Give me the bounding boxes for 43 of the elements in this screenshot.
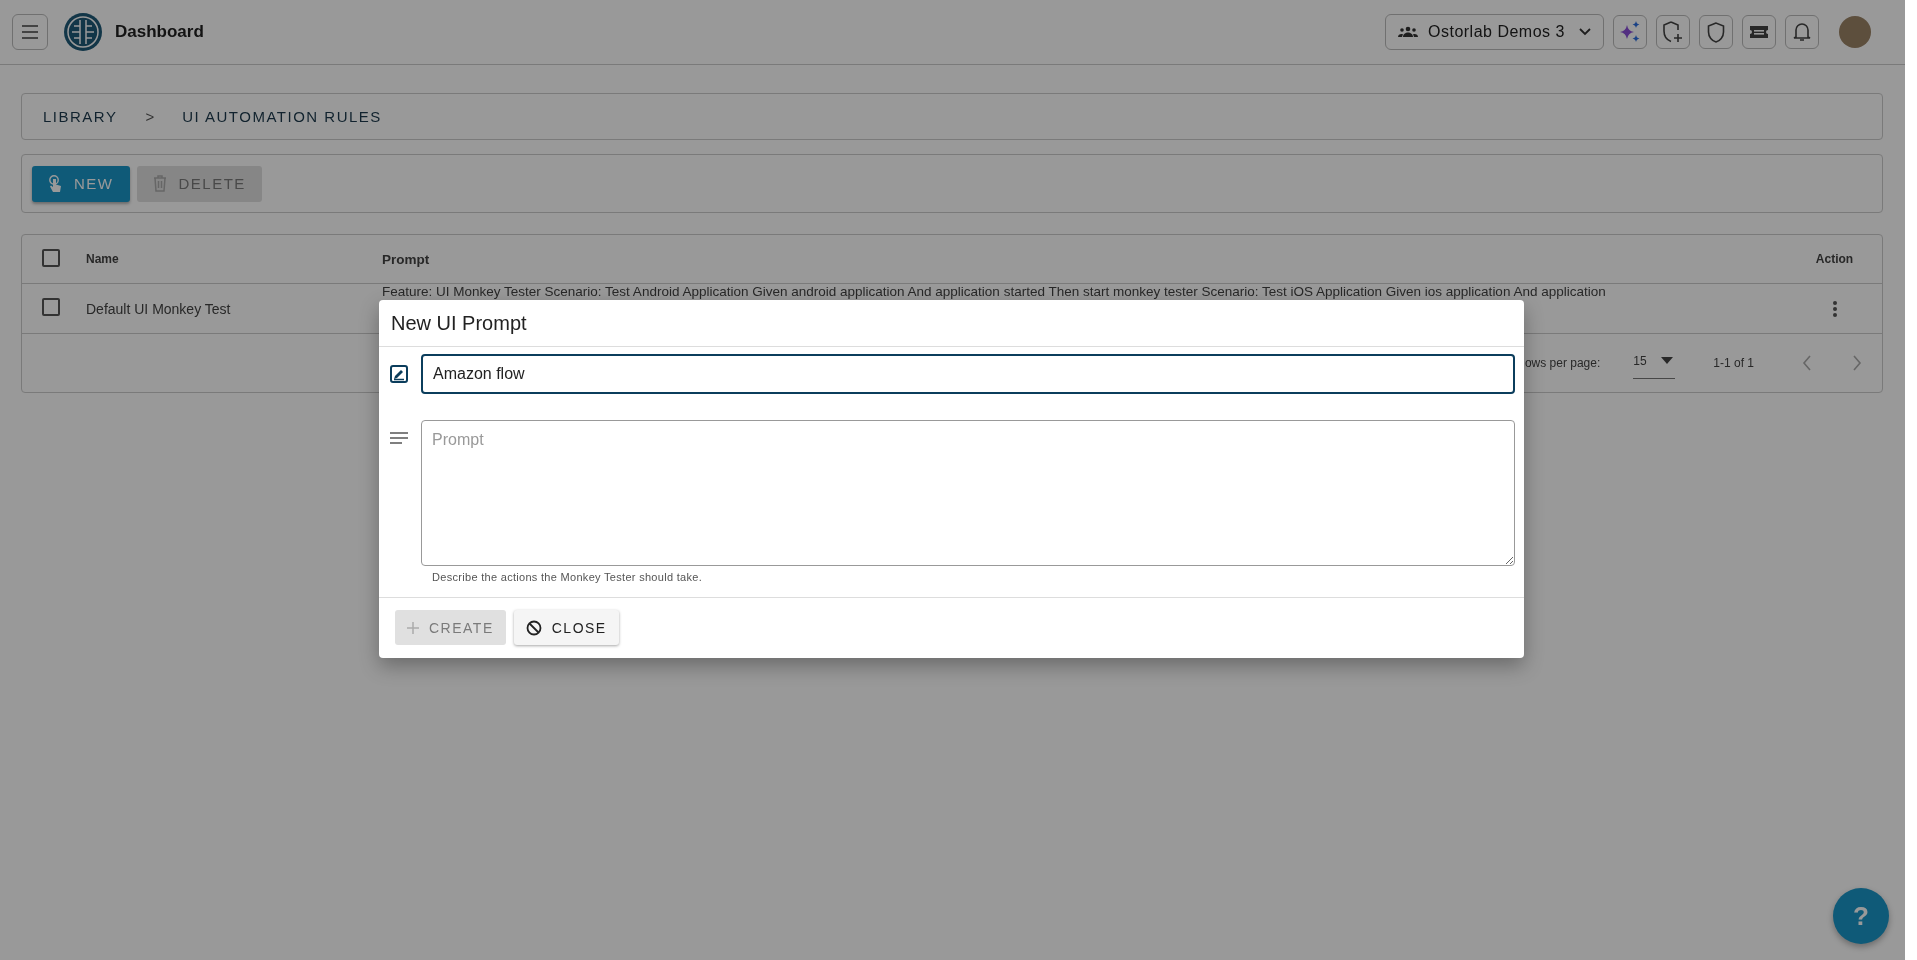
column-header: Prompt <box>382 251 431 267</box>
page-title: Dashboard <box>115 22 204 42</box>
breadcrumb-link[interactable]: UI AUTOMATION RULES <box>182 108 382 125</box>
chevron-down-icon <box>1579 28 1591 36</box>
icon-button[interactable] <box>1656 15 1690 49</box>
icon-button[interactable] <box>1699 15 1733 49</box>
sparkle-icon <box>1619 21 1641 43</box>
ticket-icon <box>1749 24 1769 40</box>
plus-icon <box>407 621 419 634</box>
name-field[interactable]: Amazon flow <box>421 354 1515 394</box>
trash-icon <box>152 175 167 192</box>
table-cell-text: Default UI Monkey Test <box>86 300 232 317</box>
column-header: Action <box>1814 252 1855 266</box>
dialog-title: New UI Prompt <box>379 300 1524 347</box>
hand-pointer-icon <box>48 174 62 193</box>
bell-icon <box>1793 22 1811 42</box>
breadcrumb-separator: > <box>145 108 155 125</box>
breadcrumb-link[interactable]: LIBRARY <box>43 108 118 125</box>
people-icon <box>1398 26 1418 38</box>
logo-icon <box>63 12 103 52</box>
table-cell-text: Feature: UI Monkey Tester Scenario: Test Android Application Given android application And application started Then start monkey tester Scenario: Test iOS Application Given ios application And application <box>382 284 1607 299</box>
menu-button[interactable] <box>12 14 48 50</box>
prompt-field[interactable]: Prompt <box>421 420 1515 566</box>
helper-text: Describe the actions the Monkey Tester should take. <box>432 571 704 583</box>
icon-button[interactable] <box>1613 15 1647 49</box>
shield-plus-icon <box>1663 21 1683 43</box>
menu-icon <box>21 25 39 39</box>
icon-button[interactable] <box>1785 15 1819 49</box>
block-icon <box>525 619 542 636</box>
rows-per-page-label: ows per page: <box>1524 356 1601 370</box>
more-options-icon[interactable] <box>1831 299 1838 318</box>
edit-icon <box>389 365 408 383</box>
text-lines-icon <box>389 432 408 444</box>
checkbox[interactable] <box>42 298 60 316</box>
icon-button[interactable] <box>1742 15 1776 49</box>
organization-selector[interactable]: Ostorlab Demos 3 <box>1385 14 1604 50</box>
page-range: 1-1 of 1 <box>1713 356 1754 370</box>
column-header: Name <box>86 252 120 266</box>
checkbox[interactable] <box>42 248 60 267</box>
shield-icon <box>1707 21 1725 43</box>
rows-per-page-select[interactable]: 15 <box>1633 347 1676 379</box>
caret-icon <box>1660 357 1673 364</box>
close-button[interactable]: CLOSE <box>513 610 619 645</box>
